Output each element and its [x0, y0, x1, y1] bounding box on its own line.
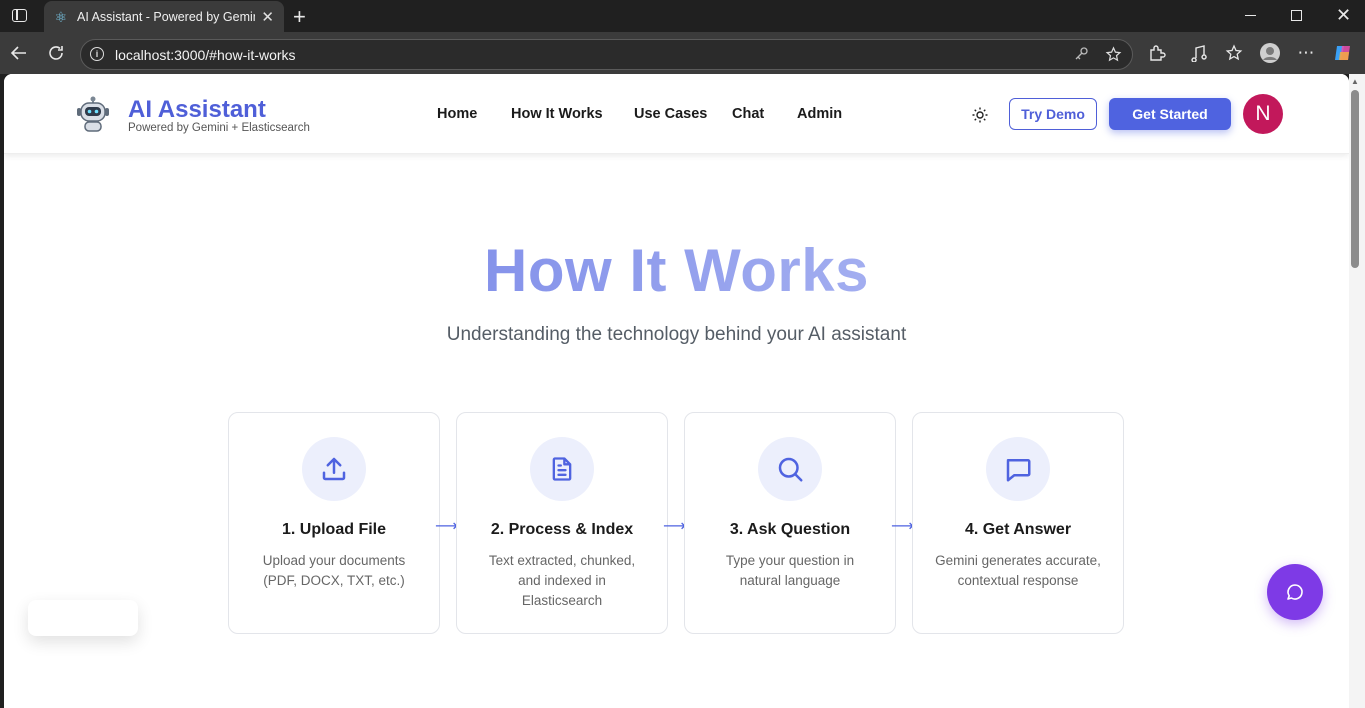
- refresh-icon[interactable]: [45, 42, 67, 64]
- address-bar[interactable]: i localhost:3000/#how-it-works: [80, 39, 1133, 70]
- chat-bubble-icon: [1287, 584, 1303, 600]
- step-card-upload: 1. Upload File Upload your documents (PD…: [228, 412, 440, 634]
- more-icon[interactable]: ⋯: [1295, 42, 1317, 64]
- try-demo-button[interactable]: Try Demo: [1009, 98, 1097, 130]
- notification-toast: [28, 600, 138, 636]
- read-aloud-icon[interactable]: [1188, 42, 1210, 64]
- step-title: 3. Ask Question: [729, 521, 851, 538]
- step-title: 1. Upload File: [281, 521, 386, 538]
- window-close-icon[interactable]: ✕: [1336, 5, 1351, 26]
- new-tab-icon[interactable]: +: [293, 4, 306, 30]
- nav-admin[interactable]: Admin: [797, 106, 842, 122]
- favorites-icon[interactable]: [1223, 42, 1245, 64]
- react-icon: ⚛: [54, 8, 68, 25]
- maximize-icon[interactable]: [1291, 10, 1302, 21]
- arrow-right-icon: ⟶: [891, 518, 914, 535]
- step-description: Gemini generates accurate, contextual re…: [935, 553, 1101, 588]
- site-header: AI Assistant Powered by Gemini + Elastic…: [4, 74, 1349, 154]
- step-card-answer: 4. Get Answer Gemini generates accurate,…: [912, 412, 1124, 634]
- back-icon[interactable]: [8, 42, 30, 64]
- browser-tab[interactable]: ⚛ AI Assistant - Powered by Gemini + Ela…: [44, 1, 284, 32]
- get-started-button[interactable]: Get Started: [1109, 98, 1231, 130]
- nav-use-cases[interactable]: Use Cases: [634, 106, 707, 122]
- address-url: localhost:3000/#how-it-works: [115, 47, 296, 63]
- step-card-process: 2. Process & Index Text extracted, chunk…: [456, 412, 668, 634]
- nav-home[interactable]: Home: [437, 106, 477, 122]
- profile-icon[interactable]: [1259, 42, 1281, 64]
- step-title: 2. Process & Index: [490, 521, 634, 538]
- tab-close-icon[interactable]: ✕: [261, 8, 274, 26]
- scroll-up-icon[interactable]: ▲: [1351, 77, 1359, 86]
- extensions-icon[interactable]: [1146, 42, 1168, 64]
- brand-subtitle: Powered by Gemini + Elasticsearch: [128, 122, 310, 134]
- copilot-icon[interactable]: [1332, 42, 1354, 64]
- brand-title[interactable]: AI Assistant: [128, 96, 266, 124]
- section-subtitle: Understanding the technology behind your…: [446, 324, 907, 345]
- nav-chat[interactable]: Chat: [732, 106, 764, 122]
- theme-toggle-sun-icon[interactable]: [970, 105, 990, 125]
- scrollbar-thumb[interactable]: [1351, 90, 1359, 268]
- section-title: How It Works: [4, 236, 1349, 305]
- web-page: AI Assistant Powered by Gemini + Elastic…: [4, 74, 1349, 708]
- step-card-ask: 3. Ask Question Type your question in na…: [684, 412, 896, 634]
- upload-icon: [302, 437, 366, 501]
- chat-fab-button[interactable]: [1267, 564, 1323, 620]
- document-icon: [530, 437, 594, 501]
- tab-actions-icon[interactable]: [12, 9, 27, 22]
- browser-titlebar: ⚛ AI Assistant - Powered by Gemini + Ela…: [0, 0, 1365, 32]
- step-description: Type your question in natural language: [725, 553, 855, 588]
- step-description: Text extracted, chunked, and indexed in …: [488, 553, 636, 608]
- bookmark-star-icon[interactable]: [1105, 46, 1122, 68]
- robot-logo-icon[interactable]: [76, 94, 110, 132]
- arrow-right-icon: ⟶: [435, 518, 458, 535]
- site-info-icon[interactable]: i: [90, 47, 104, 61]
- key-icon[interactable]: [1073, 46, 1089, 67]
- arrow-right-icon: ⟶: [663, 518, 686, 535]
- nav-how-it-works[interactable]: How It Works: [511, 106, 603, 122]
- minimize-icon[interactable]: [1245, 15, 1256, 16]
- search-icon: [758, 437, 822, 501]
- message-icon: [986, 437, 1050, 501]
- step-title: 4. Get Answer: [964, 521, 1072, 538]
- user-avatar[interactable]: N: [1243, 94, 1283, 134]
- step-description: Upload your documents (PDF, DOCX, TXT, e…: [262, 553, 406, 588]
- tab-title: AI Assistant - Powered by Gemini + Elast…: [77, 9, 255, 24]
